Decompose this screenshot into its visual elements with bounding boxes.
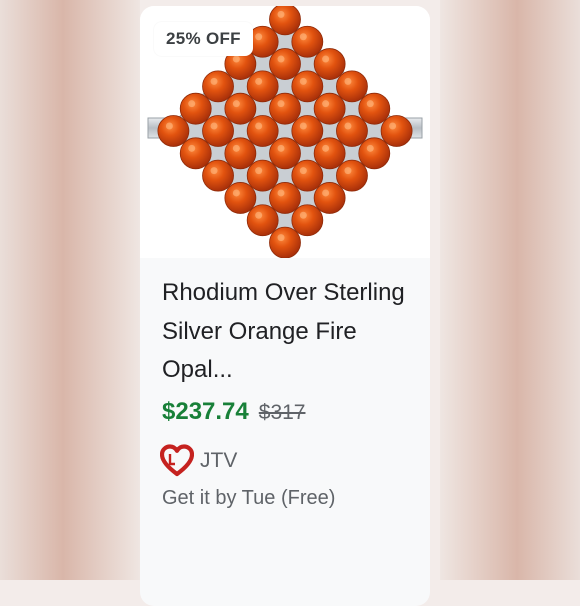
seller-row[interactable]: JTV xyxy=(159,444,238,478)
opal-gem xyxy=(336,70,368,103)
gem-highlight xyxy=(344,122,352,130)
gem-highlight xyxy=(277,144,285,152)
gem-highlight xyxy=(322,100,330,108)
original-price: $317 xyxy=(258,401,306,424)
opal-gem xyxy=(224,137,257,170)
opal-gem xyxy=(246,115,279,147)
product-card[interactable]: 25% OFF Rhodium Over Sterling Silver Ora… xyxy=(140,6,430,606)
opal-gem xyxy=(224,92,257,125)
opal-gem xyxy=(269,182,301,214)
opal-gem xyxy=(202,70,234,103)
opal-gem xyxy=(291,25,324,58)
gem-highlight xyxy=(232,100,240,108)
opal-gem xyxy=(269,226,301,258)
gem-highlight xyxy=(344,167,352,175)
gem-highlight xyxy=(322,189,330,197)
opal-gem xyxy=(313,137,346,170)
gem-highlight xyxy=(389,122,397,130)
gem-highlight xyxy=(210,167,218,175)
gem-highlight xyxy=(255,77,263,85)
sale-price: $237.74 xyxy=(162,398,249,425)
opal-gem xyxy=(246,204,279,237)
opal-gem xyxy=(291,70,324,103)
background-blur-right xyxy=(440,0,580,580)
opal-gem xyxy=(336,159,368,192)
opal-gem xyxy=(313,48,346,80)
gem-highlight xyxy=(165,122,173,130)
gem-highlight xyxy=(277,189,285,197)
opal-gem xyxy=(291,204,324,237)
gem-highlight xyxy=(366,100,374,108)
gem-highlight xyxy=(188,100,196,108)
background-blur-left xyxy=(0,0,140,580)
opal-gem xyxy=(246,159,279,192)
product-title[interactable]: Rhodium Over Sterling Silver Orange Fire… xyxy=(162,274,412,390)
gem-highlight xyxy=(210,77,218,85)
opal-gem xyxy=(202,115,234,147)
gem-highlight xyxy=(277,234,285,242)
opal-gem xyxy=(269,92,301,125)
gem-highlight xyxy=(322,144,330,152)
gem-highlight xyxy=(299,167,307,175)
gem-highlight xyxy=(232,189,240,197)
price-row: $237.74 $317 xyxy=(162,398,305,426)
opal-gem xyxy=(358,92,391,125)
opal-gem xyxy=(202,159,234,192)
heart-logo-icon xyxy=(159,444,195,478)
gem-highlight xyxy=(255,167,263,175)
opal-gem xyxy=(291,115,324,147)
gem-highlight xyxy=(277,10,285,18)
gem-highlight xyxy=(277,100,285,108)
opal-gem xyxy=(246,70,279,103)
gem-highlight xyxy=(366,144,374,152)
gem-highlight xyxy=(277,55,285,63)
opal-gem xyxy=(224,182,257,214)
gem-highlight xyxy=(232,144,240,152)
gem-highlight xyxy=(255,211,263,219)
gem-highlight xyxy=(232,55,240,63)
gem-highlight xyxy=(322,55,330,63)
opal-gem xyxy=(179,137,212,170)
gem-highlight xyxy=(255,33,263,41)
delivery-info: Get it by Tue (Free) xyxy=(162,487,336,509)
opal-gem xyxy=(358,137,391,170)
gem-highlight xyxy=(344,77,352,85)
opal-gem xyxy=(291,159,324,192)
opal-gem xyxy=(269,48,301,80)
gem-highlight xyxy=(299,77,307,85)
gem-highlight xyxy=(210,122,218,130)
opal-gem xyxy=(269,6,301,36)
gem-highlight xyxy=(255,122,263,130)
discount-badge: 25% OFF xyxy=(154,22,253,56)
product-image[interactable]: 25% OFF xyxy=(140,6,430,258)
opal-gem xyxy=(380,115,413,147)
opal-gem xyxy=(313,92,346,125)
opal-gem xyxy=(269,137,301,170)
opal-gem xyxy=(313,182,346,214)
gem-highlight xyxy=(299,33,307,41)
seller-name: JTV xyxy=(200,449,238,472)
gem-highlight xyxy=(299,211,307,219)
opal-gem xyxy=(157,115,190,147)
gem-highlight xyxy=(299,122,307,130)
gem-highlight xyxy=(188,144,196,152)
opal-gem xyxy=(179,92,212,125)
opal-gem xyxy=(336,115,368,147)
